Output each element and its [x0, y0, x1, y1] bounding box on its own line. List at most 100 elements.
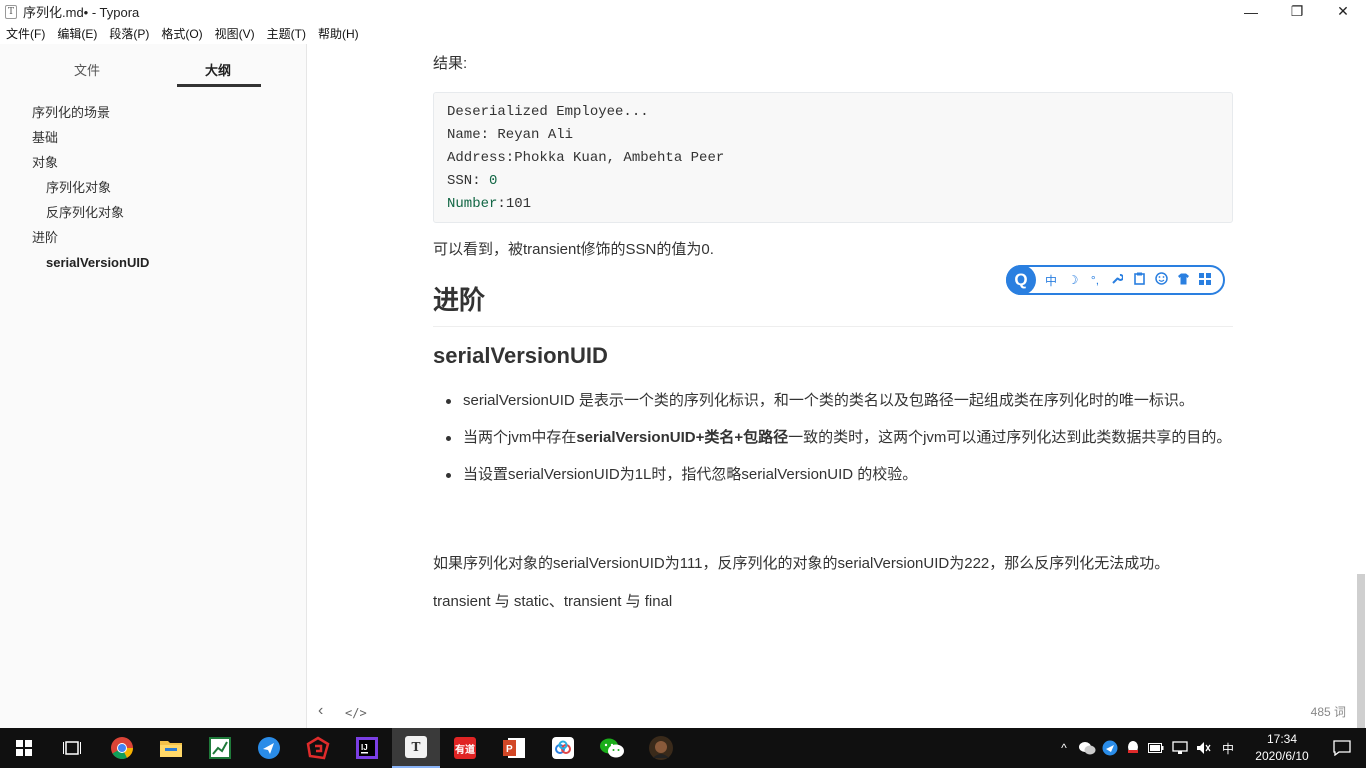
tray-volume-icon[interactable]	[1196, 741, 1212, 755]
back-arrow-icon[interactable]: ‹	[318, 702, 323, 720]
taskbar-file-explorer[interactable]	[147, 728, 195, 768]
tray-expand-icon[interactable]: ^	[1054, 741, 1074, 755]
avatar-icon	[649, 736, 673, 760]
code-block[interactable]: Deserialized Employee... Name: Reyan Ali…	[433, 92, 1233, 223]
menu-paragraph[interactable]: 段落(P)	[109, 25, 149, 42]
paragraph: 如果序列化对象的serialVersionUID为111，反序列化的对象的ser…	[433, 555, 1170, 572]
tray-battery-icon[interactable]	[1148, 742, 1164, 754]
taskbar: IJ T 有道 P ^ 中 17:34 2020/6/10	[0, 728, 1366, 768]
taskbar-powerpoint[interactable]: P	[490, 728, 538, 768]
taskbar-chrome[interactable]	[98, 728, 146, 768]
task-view-button[interactable]	[48, 728, 96, 768]
tray-qq-icon[interactable]	[1126, 740, 1140, 756]
cloud-drive-icon	[552, 737, 574, 759]
svg-text:IJ: IJ	[361, 743, 368, 752]
sidebar-tabs: 文件 大纲	[0, 44, 306, 90]
ime-emoji-icon[interactable]	[1154, 272, 1168, 288]
menu-format[interactable]: 格式(O)	[161, 25, 202, 42]
taskbar-avatar-app[interactable]	[637, 728, 685, 768]
list-item: 当设置serialVersionUID为1L时，指代忽略serialVersio…	[433, 462, 1233, 488]
taskbar-clock[interactable]: 17:34 2020/6/10	[1252, 731, 1312, 765]
taskbar-git-app[interactable]	[294, 728, 342, 768]
menu-bar: 文件(F) 编辑(E) 段落(P) 格式(O) 视图(V) 主题(T) 帮助(H…	[0, 23, 1366, 44]
tray-ime-indicator[interactable]: 中	[1222, 740, 1234, 757]
list-item: serialVersionUID 是表示一个类的序列化标识，和一个类的类名以及包…	[433, 388, 1233, 414]
sidebar-bottom-bar	[0, 698, 306, 728]
editor-content[interactable]: 结果: Deserialized Employee... Name: Reyan…	[308, 44, 1356, 728]
tab-outline[interactable]: 大纲	[205, 60, 231, 79]
taskbar-wechat[interactable]	[588, 728, 636, 768]
notification-center-button[interactable]	[1318, 728, 1366, 768]
outline-item[interactable]: 对象	[0, 154, 306, 179]
git-icon	[306, 736, 330, 760]
youdao-icon: 有道	[454, 737, 476, 759]
taskbar-sheet-app[interactable]	[196, 728, 244, 768]
taskbar-typora[interactable]: T	[392, 728, 440, 768]
ime-chinese-mode-button[interactable]: 中	[1044, 272, 1058, 289]
ime-grid-icon[interactable]	[1198, 272, 1212, 288]
minimize-button[interactable]: —	[1228, 0, 1274, 23]
result-label: 结果:	[433, 55, 468, 72]
system-tray: ^ 中	[1054, 728, 1234, 768]
outline-list: 序列化的场景 基础 对象 序列化对象 反序列化对象 进阶 serialVersi…	[0, 104, 306, 279]
sidebar: 文件 大纲 序列化的场景 基础 对象 序列化对象 反序列化对象 进阶 seria…	[0, 44, 307, 728]
windows-icon	[16, 740, 32, 756]
svg-text:P: P	[506, 744, 513, 755]
scrollbar-thumb[interactable]	[1357, 574, 1365, 728]
outline-item-active[interactable]: serialVersionUID	[0, 254, 306, 279]
paragraph: transient 与 static、transient 与 final	[433, 593, 673, 610]
outline-item[interactable]: 基础	[0, 129, 306, 154]
source-code-mode-icon[interactable]: </>	[345, 706, 367, 720]
menu-edit[interactable]: 编辑(E)	[57, 25, 97, 42]
window-title: 序列化.md• - Typora	[23, 5, 140, 20]
typora-icon: T	[405, 736, 427, 758]
outline-item[interactable]: 序列化对象	[0, 179, 306, 204]
tab-active-indicator	[177, 84, 261, 87]
start-button[interactable]	[0, 728, 48, 768]
code-line: Address:Phokka Kuan, Ambehta Peer	[447, 150, 725, 166]
ime-clipboard-icon[interactable]	[1132, 272, 1146, 288]
powerpoint-icon: P	[503, 738, 525, 758]
feishu-icon	[258, 737, 280, 759]
menu-help[interactable]: 帮助(H)	[318, 25, 359, 42]
ime-moon-icon[interactable]: ☽	[1066, 273, 1080, 287]
title-bar: T 序列化.md• - Typora — ❐ ✕	[0, 0, 1366, 23]
menu-view[interactable]: 视图(V)	[215, 25, 255, 42]
list-item: 当两个jvm中存在serialVersionUID+类名+包路径一致的类时，这两…	[433, 425, 1233, 451]
close-button[interactable]: ✕	[1320, 0, 1366, 23]
clock-time: 17:34	[1266, 732, 1298, 746]
taskbar-baidu-netdisk[interactable]	[539, 728, 587, 768]
taskbar-feishu[interactable]	[245, 728, 293, 768]
outline-item[interactable]: 序列化的场景	[0, 104, 306, 129]
tray-feishu-icon[interactable]	[1102, 740, 1118, 756]
task-view-icon	[63, 741, 81, 755]
tray-network-icon[interactable]	[1172, 741, 1188, 755]
heading-serialversionuid: serialVersionUID	[433, 343, 608, 368]
intellij-icon: IJ	[356, 737, 378, 759]
ime-toolbar[interactable]: Q 中 ☽ °,	[1006, 265, 1225, 295]
word-count[interactable]: 485 词	[1311, 703, 1346, 720]
ime-skin-icon[interactable]	[1176, 273, 1190, 288]
tray-wechat-icon[interactable]	[1078, 741, 1096, 755]
typora-app-icon: T	[5, 4, 17, 19]
taskbar-intellij[interactable]: IJ	[343, 728, 391, 768]
outline-item[interactable]: 进阶	[0, 229, 306, 254]
ime-punctuation-icon[interactable]: °,	[1088, 273, 1102, 287]
menu-file[interactable]: 文件(F)	[6, 25, 45, 42]
taskbar-youdao[interactable]: 有道	[441, 728, 489, 768]
code-line: Name: Reyan Ali	[447, 127, 574, 143]
ime-logo-icon[interactable]: Q	[1006, 265, 1036, 295]
scrollbar[interactable]	[1356, 44, 1366, 728]
code-line: SSN: 0	[447, 173, 498, 189]
maximize-button[interactable]: ❐	[1274, 0, 1320, 23]
notification-icon	[1333, 740, 1351, 756]
clock-date: 2020/6/10	[1255, 749, 1309, 763]
paragraph: 可以看到，被transient修饰的SSN的值为0.	[433, 241, 714, 258]
wechat-icon	[600, 738, 624, 758]
ime-wrench-icon[interactable]	[1110, 273, 1124, 288]
bullet-list: serialVersionUID 是表示一个类的序列化标识，和一个类的类名以及包…	[433, 388, 1233, 499]
tab-files[interactable]: 文件	[74, 60, 100, 79]
outline-item[interactable]: 反序列化对象	[0, 204, 306, 229]
menu-theme[interactable]: 主题(T)	[267, 25, 306, 42]
code-line: Number:101	[447, 196, 532, 212]
